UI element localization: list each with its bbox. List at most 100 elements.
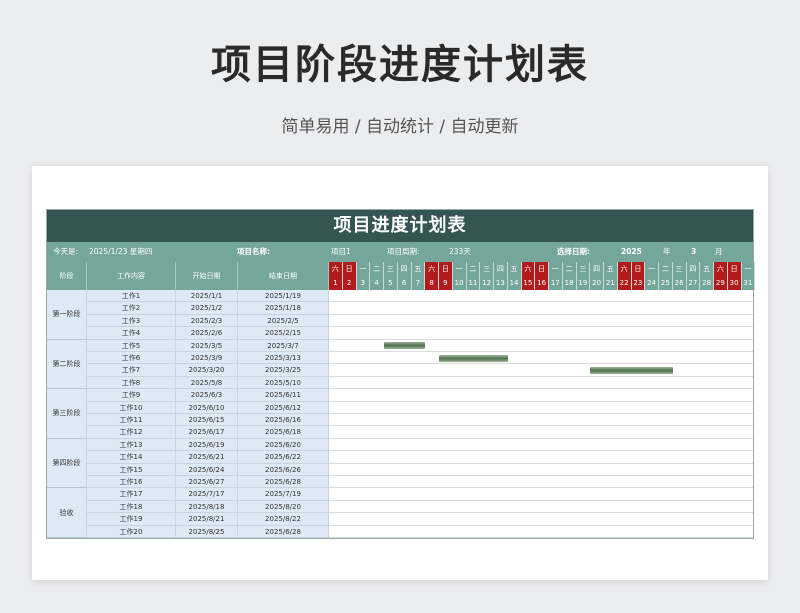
start-date-cell[interactable]: 2025/8/18 [176, 500, 238, 514]
end-date-cell[interactable]: 2025/6/18 [238, 426, 329, 439]
start-date-cell[interactable]: 2025/6/15 [176, 414, 238, 427]
task-name-cell[interactable]: 工作19 [87, 513, 176, 526]
end-date-cell[interactable]: 2025/3/13 [238, 352, 329, 365]
start-date-cell[interactable]: 2025/1/2 [176, 302, 238, 315]
year-value[interactable]: 2025 [621, 242, 642, 262]
end-date-cell[interactable]: 2025/7/19 [238, 488, 329, 501]
project-name-label: 项目名称: [237, 247, 270, 256]
end-date-cell[interactable]: 2025/8/22 [238, 513, 329, 526]
gantt-grid-row [329, 488, 753, 501]
end-date-cell[interactable]: 2025/6/11 [238, 389, 329, 402]
start-date-cell[interactable]: 2025/6/24 [176, 463, 238, 476]
day-number-cell: 26 [672, 276, 687, 290]
start-date-cell[interactable]: 2025/3/9 [176, 352, 238, 365]
end-date-cell[interactable]: 2025/2/5 [238, 314, 329, 328]
project-name-value[interactable]: 项目1 [331, 242, 351, 262]
phase-cell[interactable]: 第二阶段 [47, 339, 87, 390]
day-number-cell: 5 [384, 276, 398, 290]
start-date-cell[interactable]: 2025/6/17 [176, 426, 238, 439]
phase-cell[interactable]: 第三阶段 [47, 389, 87, 439]
end-date-cell[interactable]: 2025/6/20 [238, 438, 329, 452]
task-name-cell[interactable]: 工作5 [87, 339, 176, 352]
task-name-cell[interactable]: 工作13 [87, 438, 176, 452]
weekday-cell: 四 [494, 262, 508, 276]
end-date-cell[interactable]: 2025/6/26 [238, 463, 329, 476]
start-date-cell[interactable]: 2025/3/5 [176, 339, 238, 352]
start-date-cell[interactable]: 2025/6/19 [176, 438, 238, 452]
start-date-cell[interactable]: 2025/5/8 [176, 376, 238, 390]
task-name-cell[interactable]: 工作11 [87, 414, 176, 427]
day-number-cell: 18 [562, 276, 577, 290]
start-date-cell[interactable]: 2025/2/6 [176, 327, 238, 340]
start-date-cell[interactable]: 2025/6/21 [176, 451, 238, 464]
start-date-cell[interactable]: 2025/8/25 [176, 525, 238, 538]
day-number-cell: 13 [494, 276, 508, 290]
task-name-cell[interactable]: 工作6 [87, 352, 176, 365]
day-number-cell: 25 [659, 276, 673, 290]
phase-cell[interactable]: 第四阶段 [47, 438, 87, 489]
end-date-cell[interactable]: 2025/1/19 [238, 290, 329, 303]
start-date-cell[interactable]: 2025/6/10 [176, 401, 238, 414]
task-table: 工作1 2025/1/1 2025/1/19 工作2 2025/1/2 2025/1/18… [47, 290, 753, 538]
table-row: 工作7 2025/3/20 2025/3/25 [47, 364, 753, 377]
task-name-cell[interactable]: 工作3 [87, 314, 176, 328]
end-date-cell[interactable]: 2025/6/22 [238, 451, 329, 464]
weekday-cell: 一 [741, 262, 756, 276]
weekday-cell: 二 [562, 262, 577, 276]
table-row: 工作18 2025/8/18 2025/8/20 [47, 500, 753, 514]
task-name-cell[interactable]: 工作7 [87, 364, 176, 377]
start-date-cell[interactable]: 2025/6/27 [176, 476, 238, 489]
end-date-cell[interactable]: 2025/6/28 [238, 476, 329, 489]
end-date-cell[interactable]: 2025/8/20 [238, 500, 329, 514]
gantt-sheet: 项目进度计划表 今天是: 2025/1/23 星期四 项目名称: 项目1 项目周… [46, 209, 756, 539]
end-date-cell[interactable]: 2025/3/7 [238, 339, 329, 352]
start-date-cell[interactable]: 2025/8/21 [176, 513, 238, 526]
end-date-cell[interactable]: 2025/6/16 [238, 414, 329, 427]
today-label: 今天是: [53, 247, 79, 256]
task-name-cell[interactable]: 工作16 [87, 476, 176, 489]
phase-cell[interactable]: 第一阶段 [47, 290, 87, 340]
task-name-cell[interactable]: 工作17 [87, 488, 176, 501]
start-date-cell[interactable]: 2025/2/3 [176, 314, 238, 328]
day-number-cell: 7 [411, 276, 426, 290]
end-date-cell[interactable]: 2025/6/12 [238, 401, 329, 414]
gantt-grid-row [329, 290, 753, 303]
end-date-cell[interactable]: 2025/5/10 [238, 376, 329, 390]
table-row: 工作5 2025/3/5 2025/3/7 [47, 339, 753, 352]
task-name-cell[interactable]: 工作8 [87, 376, 176, 390]
task-name-cell[interactable]: 工作4 [87, 327, 176, 340]
start-date-cell[interactable]: 2025/6/3 [176, 389, 238, 402]
task-name-cell[interactable]: 工作18 [87, 500, 176, 514]
day-number-cell: 30 [727, 276, 742, 290]
weekday-cell: 六 [714, 262, 728, 276]
gantt-grid-row [329, 352, 753, 365]
task-name-cell[interactable]: 工作1 [87, 290, 176, 303]
start-date-cell[interactable]: 2025/1/1 [176, 290, 238, 303]
gantt-bar [384, 342, 426, 350]
table-row: 工作15 2025/6/24 2025/6/26 [47, 463, 753, 476]
month-value[interactable]: 3 [691, 242, 696, 262]
end-date-cell[interactable]: 2025/2/15 [238, 327, 329, 340]
phase-cell[interactable]: 验收 [47, 488, 87, 538]
start-date-cell[interactable]: 2025/3/20 [176, 364, 238, 377]
table-row: 工作6 2025/3/9 2025/3/13 [47, 352, 753, 365]
day-number-cell: 8 [425, 276, 439, 290]
task-name-cell[interactable]: 工作10 [87, 401, 176, 414]
day-number-cell: 19 [576, 276, 591, 290]
task-name-cell[interactable]: 工作2 [87, 302, 176, 315]
day-number-cell: 20 [590, 276, 604, 290]
task-name-cell[interactable]: 工作14 [87, 451, 176, 464]
gantt-grid-row [329, 327, 753, 340]
end-date-cell[interactable]: 2025/3/25 [238, 364, 329, 377]
project-period-value: 233天 [449, 247, 471, 256]
task-name-cell[interactable]: 工作20 [87, 525, 176, 538]
task-name-cell[interactable]: 工作15 [87, 463, 176, 476]
end-date-cell[interactable]: 2025/1/18 [238, 302, 329, 315]
task-name-cell[interactable]: 工作9 [87, 389, 176, 402]
weekday-cell: 五 [604, 262, 618, 276]
gantt-bar [439, 354, 508, 362]
day-number-cell: 16 [535, 276, 549, 290]
task-name-cell[interactable]: 工作12 [87, 426, 176, 439]
end-date-cell[interactable]: 2025/6/28 [238, 525, 329, 538]
start-date-cell[interactable]: 2025/7/17 [176, 488, 238, 501]
